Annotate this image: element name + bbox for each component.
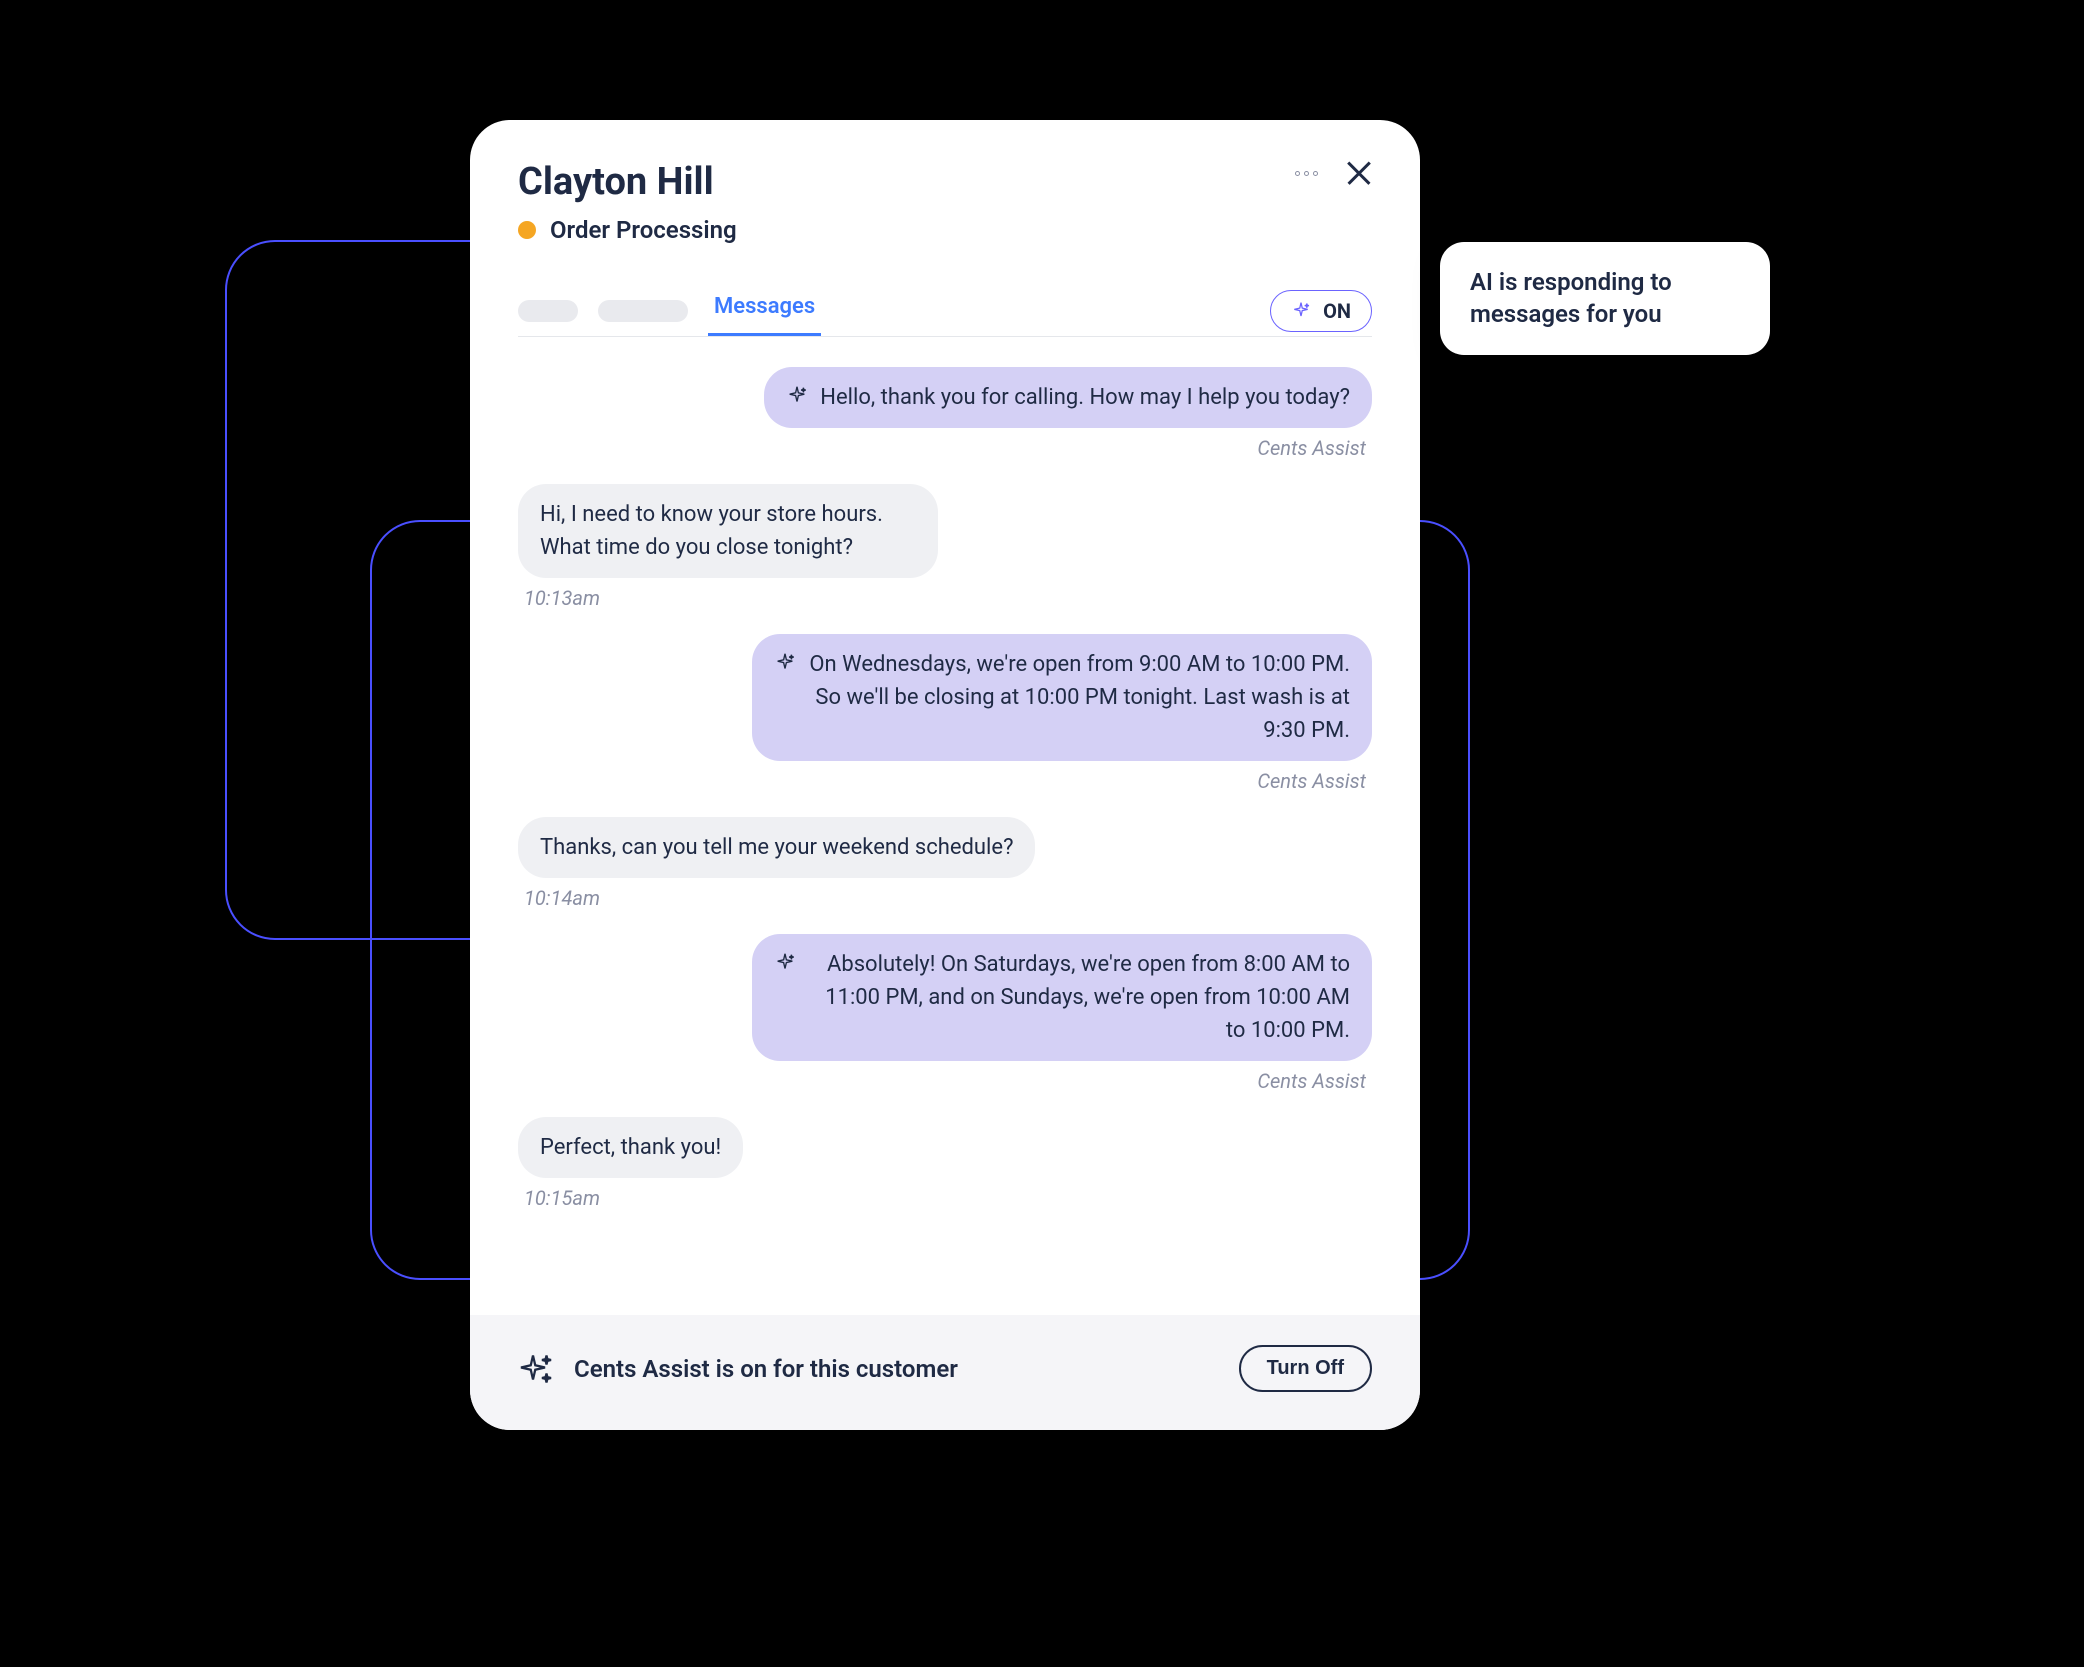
- ai-toggle[interactable]: ON: [1270, 290, 1372, 332]
- turn-off-button[interactable]: Turn Off: [1239, 1345, 1372, 1392]
- tab-placeholder-2[interactable]: [598, 300, 688, 322]
- timestamp: 10:14am: [524, 886, 1372, 910]
- status-label: Order Processing: [550, 216, 737, 244]
- message-row: Hi, I need to know your store hours. Wha…: [518, 484, 1372, 578]
- status-row: Order Processing: [518, 216, 1372, 244]
- message-row: Thanks, can you tell me your weekend sch…: [518, 817, 1372, 878]
- chat-header: Clayton Hill Order Processing Messages: [470, 120, 1420, 336]
- tooltip-text: AI is responding to messages for you: [1470, 266, 1740, 331]
- customer-name: Clayton Hill: [518, 160, 714, 204]
- close-icon[interactable]: [1346, 160, 1372, 186]
- sparkle-icon: [518, 1351, 554, 1387]
- more-icon[interactable]: [1295, 171, 1318, 176]
- message-text: Hello, thank you for calling. How may I …: [820, 381, 1350, 414]
- timestamp: 10:13am: [524, 586, 1372, 610]
- ai-message-bubble: Absolutely! On Saturdays, we're open fro…: [752, 934, 1372, 1061]
- sparkle-icon: [774, 952, 796, 974]
- ai-message-bubble: Hello, thank you for calling. How may I …: [764, 367, 1372, 428]
- ai-tooltip: AI is responding to messages for you: [1440, 242, 1770, 355]
- chat-body[interactable]: Hello, thank you for calling. How may I …: [470, 337, 1420, 1315]
- user-message-bubble: Thanks, can you tell me your weekend sch…: [518, 817, 1035, 878]
- sparkle-icon: [774, 652, 796, 674]
- chat-footer: Cents Assist is on for this customer Tur…: [470, 1315, 1420, 1430]
- chat-panel: Clayton Hill Order Processing Messages: [470, 120, 1420, 1430]
- sender-label: Cents Assist: [518, 1069, 1366, 1093]
- message-row: Hello, thank you for calling. How may I …: [518, 367, 1372, 428]
- tab-placeholder-1[interactable]: [518, 300, 578, 322]
- message-row: On Wednesdays, we're open from 9:00 AM t…: [518, 634, 1372, 761]
- message-text: On Wednesdays, we're open from 9:00 AM t…: [808, 648, 1350, 747]
- message-text: Perfect, thank you!: [540, 1135, 721, 1160]
- tab-messages[interactable]: Messages: [708, 286, 821, 336]
- user-message-bubble: Hi, I need to know your store hours. Wha…: [518, 484, 938, 578]
- sender-label: Cents Assist: [518, 769, 1366, 793]
- footer-status-text: Cents Assist is on for this customer: [574, 1355, 958, 1383]
- message-row: Absolutely! On Saturdays, we're open fro…: [518, 934, 1372, 1061]
- status-dot: [518, 221, 536, 239]
- sparkle-icon: [1291, 301, 1311, 321]
- user-message-bubble: Perfect, thank you!: [518, 1117, 743, 1178]
- ai-message-bubble: On Wednesdays, we're open from 9:00 AM t…: [752, 634, 1372, 761]
- sparkle-icon: [786, 385, 808, 407]
- message-text: Hi, I need to know your store hours. Wha…: [540, 502, 883, 560]
- message-text: Absolutely! On Saturdays, we're open fro…: [808, 948, 1350, 1047]
- message-row: Perfect, thank you!: [518, 1117, 1372, 1178]
- message-text: Thanks, can you tell me your weekend sch…: [540, 835, 1013, 860]
- sender-label: Cents Assist: [518, 436, 1366, 460]
- timestamp: 10:15am: [524, 1186, 1372, 1210]
- toggle-label: ON: [1323, 299, 1351, 323]
